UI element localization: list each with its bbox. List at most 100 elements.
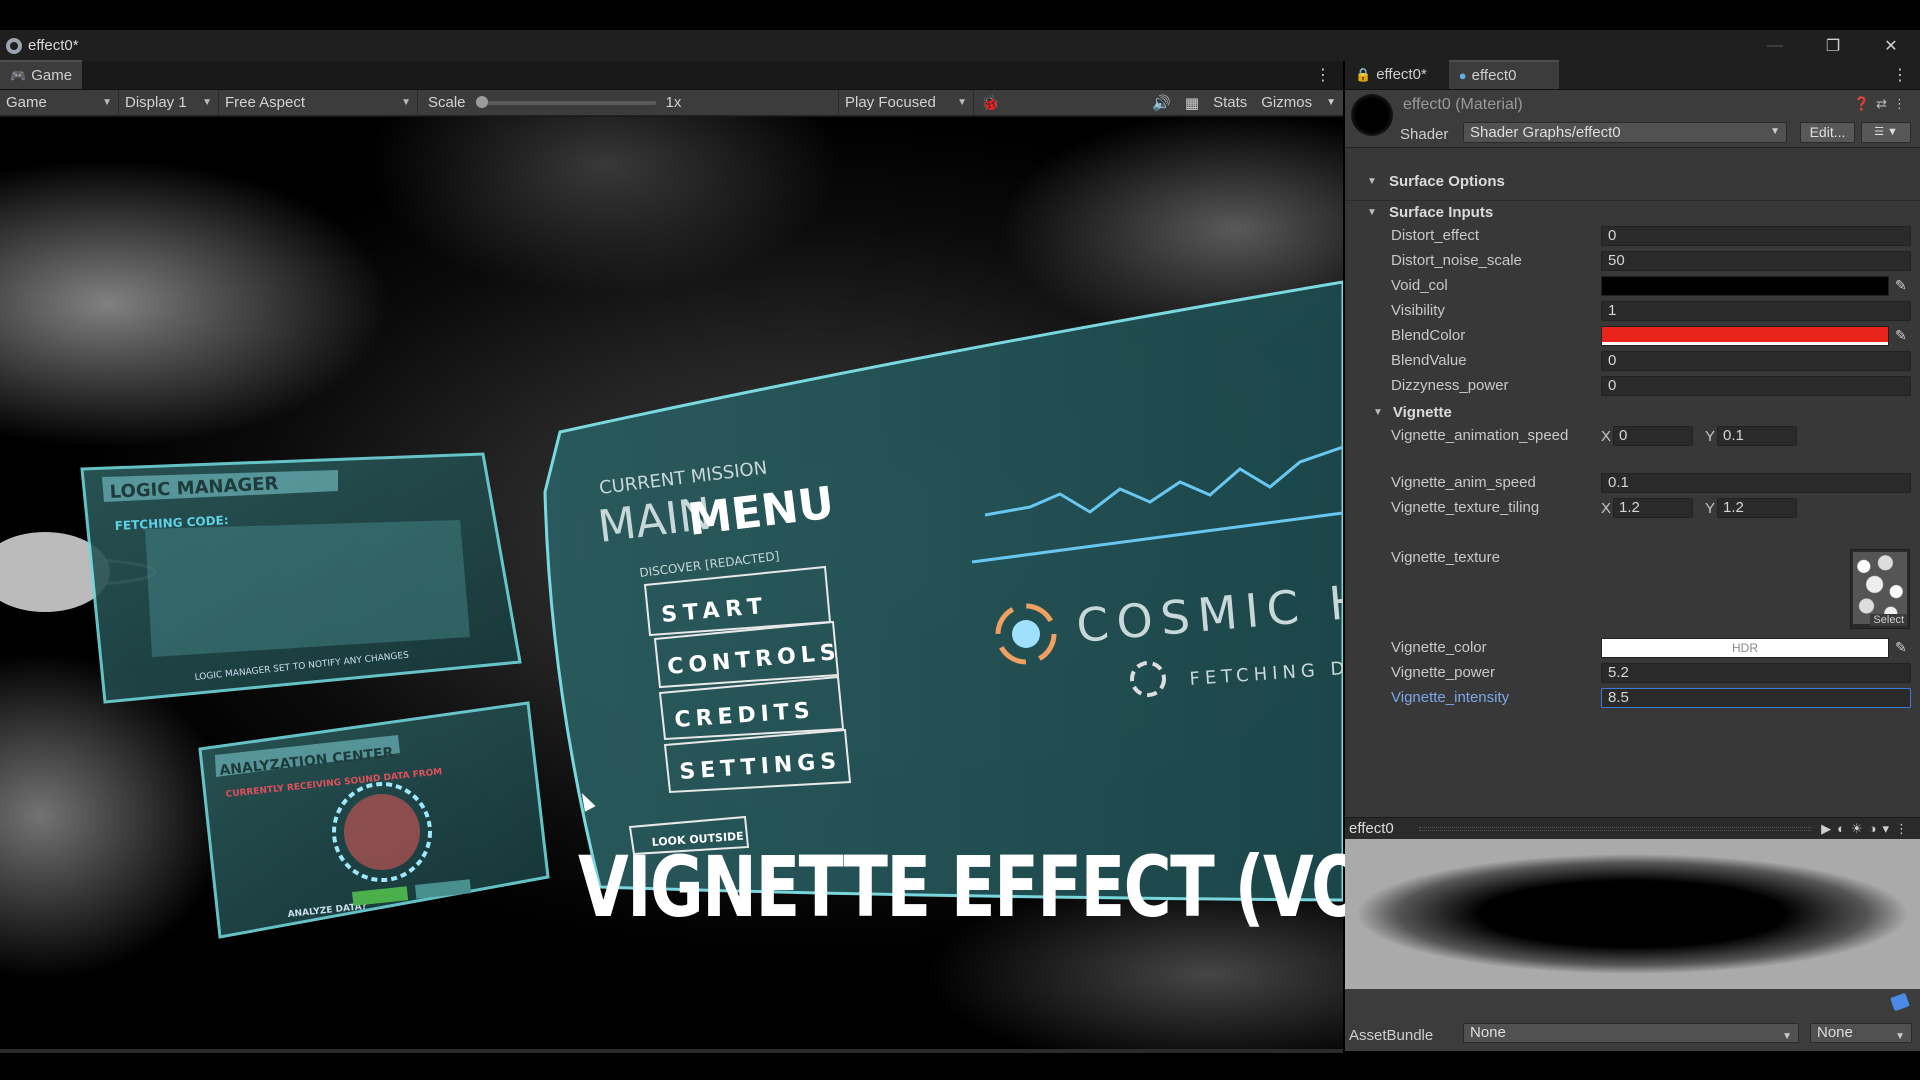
grid-icon[interactable]: ▦ [1178,94,1206,112]
tiling-x-field[interactable]: 1.2 [1613,498,1693,518]
edit-shader-button[interactable]: Edit... [1800,122,1855,143]
close-button[interactable]: ✕ [1862,30,1920,61]
shader-value: Shader Graphs/effect0 [1470,124,1621,141]
tab-game[interactable]: 🎮 Game [0,60,83,89]
gamepad-icon: 🎮 [10,67,27,83]
tiling-y-field[interactable]: 1.2 [1717,498,1797,518]
eyedropper-icon[interactable]: ✎ [1895,639,1907,656]
material-icon: ● [1458,68,1467,83]
chevron-down-icon: ▼ [202,97,212,108]
assetbundle-value: None [1470,1024,1506,1041]
audio-icon[interactable]: 🔊 [1145,94,1178,112]
prop-label: Dizzyness_power [1391,377,1509,394]
display-dropdown-label: Display 1 [125,94,187,111]
header-icons[interactable]: ❓⇄⋮ [1854,96,1912,112]
restore-button[interactable]: ❐ [1804,30,1862,61]
alpha-bar [1602,342,1888,345]
vignette-texture-slot[interactable]: Select [1850,549,1910,629]
more-options-icon[interactable]: ⋮ [1892,65,1908,85]
minimize-button[interactable]: — [1746,30,1804,61]
more-options-icon[interactable]: ⋮ [1315,65,1331,85]
window-titlebar: effect0* — ❐ ✕ [0,30,1920,61]
bug-icon[interactable]: 🐞 [974,94,1007,112]
prop-label: Visibility [1391,302,1445,319]
shader-label: Shader [1400,126,1449,143]
surface-inputs-label: Surface Inputs [1389,204,1494,221]
prop-blend-color: BlendColor ✎ [1345,325,1920,347]
vignette-color-swatch[interactable]: HDR [1601,638,1889,658]
list-options-button[interactable]: ☰ ▼ [1861,122,1911,143]
eyedropper-icon[interactable]: ✎ [1895,327,1907,344]
unity-logo-icon [6,37,22,54]
void-col-swatch[interactable] [1601,276,1889,296]
aspect-dropdown[interactable]: Free Aspect ▼ [219,89,418,116]
assetbundle-variant-value: None [1817,1024,1853,1041]
blend-color-swatch[interactable] [1601,326,1889,346]
assetbundle-dropdown[interactable]: None ▼ [1463,1023,1799,1043]
prop-label: Vignette_animation_speed [1391,427,1569,444]
scale-slider[interactable] [475,95,656,108]
surface-inputs-header[interactable]: ▼ Surface Inputs [1345,200,1920,224]
scale-value: 1x [665,94,682,111]
surface-options-header[interactable]: ▼ Surface Options [1345,169,1920,193]
preview-controls-icons[interactable]: ▶◐☀◑▾⋮ [1821,821,1914,837]
texture-select-button[interactable]: Select [1870,614,1907,626]
y-axis-label: Y [1705,500,1716,517]
foldout-icon: ▼ [1367,175,1377,187]
view-dropdown[interactable]: Game ▼ [0,89,119,116]
label-tag-icon[interactable] [1890,992,1910,1012]
play-mode-label: Play Focused [845,94,936,111]
eyedropper-icon[interactable]: ✎ [1895,277,1907,294]
anim-speed-y-field[interactable]: 0.1 [1717,426,1797,446]
vignette-power-field[interactable]: 5.2 [1601,663,1911,683]
chevron-down-icon: ▼ [1782,1031,1792,1042]
material-preview[interactable] [1345,839,1920,989]
vignette-header[interactable]: ▼ Vignette [1345,402,1920,422]
material-name: effect0 (Material) [1403,96,1523,113]
distort-effect-field[interactable]: 0 [1601,226,1911,246]
prop-blend-value: BlendValue 0 [1345,350,1920,372]
assetbundle-label: AssetBundle [1349,1027,1434,1044]
cosmic-logo-core [1012,620,1040,648]
vignette-anim-speed-field[interactable]: 0.1 [1601,473,1911,493]
chevron-down-icon: ▼ [1895,1031,1905,1042]
distort-noise-scale-field[interactable]: 50 [1601,251,1911,271]
chevron-down-icon: ▼ [957,97,967,108]
preview-name: effect0 [1349,820,1394,837]
vignette-intensity-field[interactable]: 8.5 [1601,688,1911,708]
play-mode-dropdown[interactable]: Play Focused ▼ [838,89,974,116]
prop-label: Void_col [1391,277,1448,294]
blend-value-field[interactable]: 0 [1601,351,1911,371]
code-box [145,520,470,657]
assetbundle-variant-dropdown[interactable]: None ▼ [1810,1023,1912,1043]
prop-label: BlendColor [1391,327,1466,344]
tab-inspector-effect0[interactable]: ● effect0 [1448,60,1559,89]
prop-label: Vignette_intensity [1391,689,1510,706]
prop-vignette-anim-speed: Vignette_anim_speed 0.1 [1345,472,1920,494]
x-axis-label: X [1601,428,1612,445]
shader-dropdown[interactable]: Shader Graphs/effect0 ▼ [1463,122,1787,143]
dizzyness-power-field[interactable]: 0 [1601,376,1911,396]
lock-icon: 🔒 [1355,66,1372,82]
chevron-down-icon: ▼ [401,97,411,108]
resize-handle[interactable] [1419,826,1812,831]
anim-speed-x-field[interactable]: 0 [1613,426,1693,446]
chevron-down-icon[interactable]: ▼ [1319,97,1343,108]
prop-vignette-animation-speed: Vignette_animation_speed X 0 Y 0.1 [1345,425,1920,447]
stats-button[interactable]: Stats [1206,94,1254,111]
gizmos-button[interactable]: Gizmos [1254,94,1319,111]
material-header: effect0 (Material) ❓⇄⋮ Shader Shader Gra… [1345,90,1920,148]
tab-inspector-effect0-dirty[interactable]: 🔒 effect0* [1345,60,1437,89]
prop-label: Distort_noise_scale [1391,252,1522,269]
prop-distort-effect: Distort_effect 0 [1345,225,1920,247]
prop-label: Vignette_power [1391,664,1495,681]
visibility-field[interactable]: 1 [1601,301,1911,321]
aspect-dropdown-label: Free Aspect [225,94,306,111]
prop-vignette-texture: Vignette_texture [1345,547,1920,569]
scale-control: Scale 1x [418,94,838,111]
y-axis-label: Y [1705,428,1716,445]
view-dropdown-label: Game [6,94,47,111]
scale-slider-knob[interactable] [475,95,488,108]
game-toolbar: Game ▼ Display 1 ▼ Free Aspect ▼ Scale 1x P… [0,89,1343,116]
display-dropdown[interactable]: Display 1 ▼ [119,89,219,116]
